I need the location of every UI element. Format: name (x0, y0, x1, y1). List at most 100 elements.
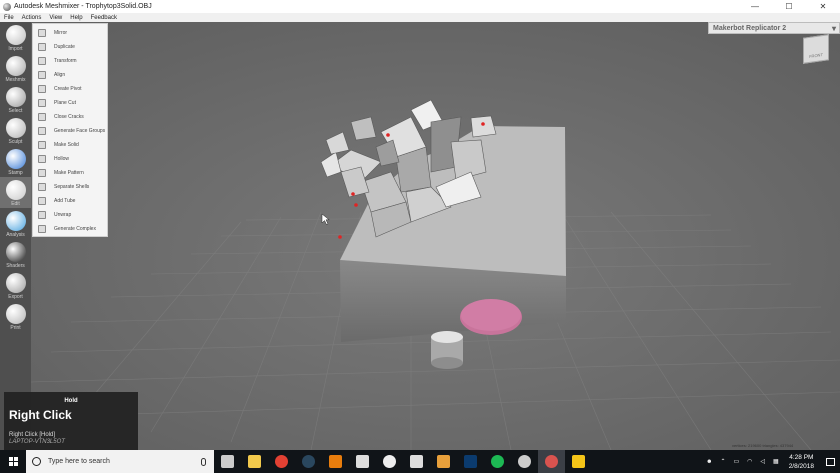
make-solid-icon (38, 141, 46, 149)
minimize-button[interactable]: — (738, 0, 772, 13)
keyboard-icon[interactable]: ▦ (773, 458, 779, 465)
norton-icon (572, 455, 585, 468)
tool-sculpt[interactable]: Sculpt (0, 115, 31, 146)
taskbar-app-chrome[interactable] (268, 450, 295, 473)
maya-icon (437, 455, 450, 468)
overlay-title: Hold (64, 398, 78, 404)
printer-selector[interactable]: Makerbot Replicator 2 ▾ (708, 22, 840, 34)
edit-menu-item-create-pivot[interactable]: Create Pivot (33, 82, 107, 96)
tool-label: Sculpt (8, 139, 23, 145)
tool-select[interactable]: Select (0, 84, 31, 115)
taskbar-app-unity[interactable] (376, 450, 403, 473)
taskbar-app-unreal[interactable] (403, 450, 430, 473)
edit-menu-label: Unwrap (54, 212, 72, 218)
edit-menu-item-align[interactable]: Align (33, 68, 107, 82)
plane-cut-icon (38, 99, 46, 107)
edit-menu-item-separate-shells[interactable]: Separate Shells (33, 180, 107, 194)
taskbar-app-photoshop[interactable] (457, 450, 484, 473)
steam-icon (302, 455, 315, 468)
battery-icon[interactable]: ▭ (733, 458, 739, 465)
clock-time: 4:28 PM (789, 453, 814, 461)
maximize-button[interactable]: ☐ (772, 0, 806, 13)
spotify-icon (491, 455, 504, 468)
close-button[interactable]: ✕ (806, 0, 840, 13)
notifications-button[interactable] (820, 450, 840, 473)
complex-icon (38, 225, 46, 233)
tool-export[interactable]: Export (0, 270, 31, 301)
menu-actions[interactable]: Actions (18, 15, 46, 21)
menu-view[interactable]: View (45, 15, 66, 21)
menu-file[interactable]: File (0, 15, 18, 21)
edit-menu-item-make-pattern[interactable]: Make Pattern (33, 166, 107, 180)
edit-menu-item-duplicate[interactable]: Duplicate (33, 40, 107, 54)
edit-menu-label: Transform (54, 58, 77, 64)
taskbar-app-obs[interactable] (511, 450, 538, 473)
import-icon (5, 25, 26, 45)
clock-date: 2/8/2018 (788, 462, 814, 470)
notification-icon (825, 457, 835, 466)
3d-viewport[interactable] (31, 22, 840, 450)
edit-menu-item-mirror[interactable]: Mirror (33, 26, 107, 40)
transform-icon (38, 57, 46, 65)
meshmixer-app-icon (3, 2, 11, 11)
edit-menu-label: Align (54, 72, 66, 78)
start-button[interactable] (0, 450, 26, 473)
view-cube-face: FRONT (809, 52, 823, 59)
edit-menu-item-make-solid[interactable]: Make Solid (33, 138, 107, 152)
align-icon (38, 71, 46, 79)
menu-feedback[interactable]: Feedback (87, 15, 121, 21)
edit-menu-label: Generate Face Groups (54, 128, 106, 134)
hollow-icon (38, 155, 46, 163)
title-bar: Autodesk Meshmixer - Trophytop3Solid.OBJ… (0, 0, 840, 13)
tool-stamp[interactable]: Stamp (0, 146, 31, 177)
unreal-icon (410, 455, 423, 468)
taskbar-app-norton[interactable] (565, 450, 592, 473)
edit-menu-label: Mirror (54, 30, 68, 36)
tool-label: Import (8, 46, 23, 52)
blender-icon (329, 455, 342, 468)
edit-menu-label: Make Pattern (54, 170, 84, 176)
volume-icon[interactable]: ◁ (760, 458, 765, 465)
edit-menu-item-generate-complex[interactable]: Generate Complex (33, 222, 107, 236)
duplicate-icon (38, 43, 46, 51)
taskbar-app-file-explorer[interactable] (241, 450, 268, 473)
select-icon (5, 87, 26, 107)
taskbar-app-steam[interactable] (295, 450, 322, 473)
edit-menu-item-add-tube[interactable]: Add Tube (33, 194, 107, 208)
taskbar-app-maya[interactable] (430, 450, 457, 473)
chevron-up-icon[interactable]: ⌃ (720, 458, 725, 465)
taskbar-app-meshmixer[interactable] (538, 450, 565, 473)
tool-shaders[interactable]: Shaders (0, 239, 31, 270)
chrome-icon (275, 455, 288, 468)
tool-edit[interactable]: Edit (0, 177, 31, 208)
edit-menu-item-plane-cut[interactable]: Plane Cut (33, 96, 107, 110)
dropdown-arrow-icon[interactable]: ▾ (832, 24, 836, 33)
people-icon[interactable]: ☻ (706, 459, 712, 465)
overlay-sub-text: Right Click [Hold] (9, 432, 56, 438)
edit-menu-item-unwrap[interactable]: Unwrap (33, 208, 107, 222)
microphone-icon[interactable] (201, 457, 206, 466)
edit-menu-item-generate-face-groups[interactable]: Generate Face Groups (33, 124, 107, 138)
taskbar-app-spotify[interactable] (484, 450, 511, 473)
tool-import[interactable]: Import (0, 22, 31, 53)
edit-menu-item-close-cracks[interactable]: Close Cracks (33, 110, 107, 124)
clock[interactable]: 4:28 PM 2/8/2018 (789, 453, 814, 471)
edit-menu-item-hollow[interactable]: Hollow (33, 152, 107, 166)
taskbar-app-task-view[interactable] (214, 450, 241, 473)
tool-analysis[interactable]: Analysis (0, 208, 31, 239)
menu-help[interactable]: Help (66, 15, 86, 21)
view-cube[interactable]: FRONT (803, 34, 829, 64)
tool-panel: Import Meshmix Select Sculpt Stamp Edit Analys… (0, 22, 31, 450)
wifi-icon[interactable]: ◠ (747, 458, 752, 465)
edit-menu-label: Make Solid (54, 142, 79, 148)
tool-print[interactable]: Print (0, 301, 31, 332)
taskbar-search[interactable]: Type here to search (26, 450, 214, 473)
photoshop-icon (464, 455, 477, 468)
taskbar-app-blender[interactable] (322, 450, 349, 473)
taskbar-app-zbrush[interactable] (349, 450, 376, 473)
separate-shells-icon (38, 183, 46, 191)
edit-menu-label: Create Pivot (54, 86, 82, 92)
edit-icon (5, 180, 26, 200)
tool-meshmix[interactable]: Meshmix (0, 53, 31, 84)
edit-menu-item-transform[interactable]: Transform (33, 54, 107, 68)
